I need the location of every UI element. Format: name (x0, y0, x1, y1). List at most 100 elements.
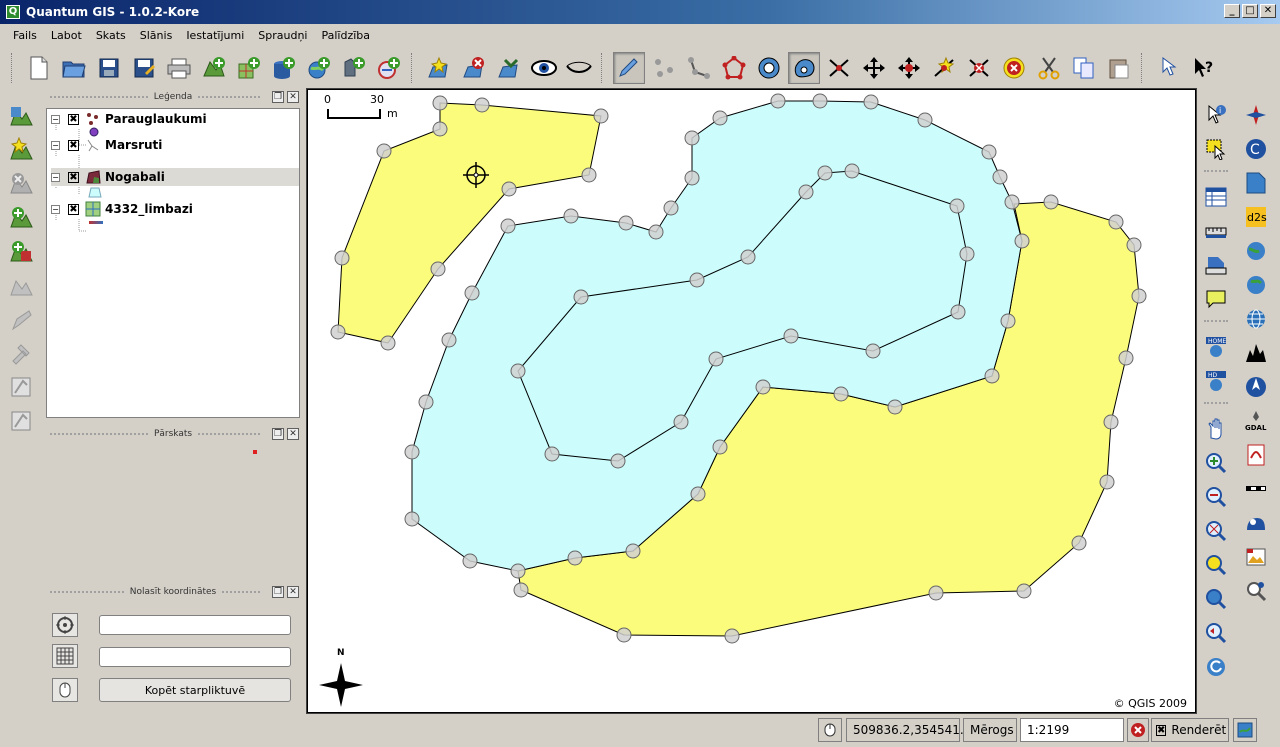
disabled-edit-icon[interactable] (4, 304, 40, 336)
map-drawing[interactable] (308, 90, 1196, 713)
add-raster-layer-icon[interactable] (4, 202, 40, 234)
projection-status-icon[interactable] (1233, 718, 1257, 742)
zoom-last-icon[interactable] (1200, 618, 1232, 648)
render-checkbox[interactable]: ✖ (1156, 724, 1167, 736)
gdal-plugin-icon[interactable]: GDAL (1240, 406, 1272, 436)
remove-layer-icon[interactable] (458, 52, 490, 84)
home-default-icon[interactable]: HD (1200, 366, 1232, 396)
copy-icon[interactable] (1068, 52, 1100, 84)
new-layer-star-icon[interactable] (4, 134, 40, 166)
attribute-table-icon[interactable] (1200, 182, 1232, 212)
layer-visibility-checkbox[interactable]: ✖ (68, 139, 79, 151)
split-features-icon[interactable] (823, 52, 855, 84)
capture-point-icon[interactable] (648, 52, 680, 84)
coords-float-button[interactable]: ❐ (272, 586, 284, 598)
show-all-icon[interactable] (528, 52, 560, 84)
add-postgis-icon[interactable] (268, 52, 300, 84)
layer-visibility-checkbox[interactable]: ✖ (68, 171, 79, 183)
d2s-plugin-icon[interactable]: d2s (1240, 202, 1272, 232)
add-island-icon[interactable] (788, 52, 820, 84)
grid-globe-icon[interactable] (1240, 304, 1272, 334)
menu-plugins[interactable]: Spraudņi (251, 29, 314, 42)
menu-layer[interactable]: Slānis (133, 29, 180, 42)
add-wms-icon[interactable] (303, 52, 335, 84)
zoom-selection-icon[interactable] (1200, 550, 1232, 580)
coordinate-field-1[interactable] (99, 615, 291, 635)
capture-mouse-icon[interactable] (52, 678, 78, 702)
refresh-icon[interactable] (1200, 652, 1232, 682)
globe-green-icon[interactable] (1240, 236, 1272, 266)
disabled-tool-icon[interactable] (4, 270, 40, 302)
zoom-out-icon[interactable] (1200, 482, 1232, 512)
print-icon[interactable] (163, 52, 195, 84)
layer-visibility-checkbox[interactable]: ✖ (68, 113, 79, 125)
toggle-edit-icon[interactable] (613, 52, 645, 84)
identify-features-icon[interactable]: i (1200, 100, 1232, 130)
delete-vertex-icon[interactable] (963, 52, 995, 84)
globe-plugin-icon[interactable] (1240, 270, 1272, 300)
copyright-plugin-icon[interactable]: C (1240, 134, 1272, 164)
scale-input[interactable]: 1:2199 (1020, 718, 1124, 742)
crs-selector-button[interactable] (52, 613, 78, 637)
add-vector-icon[interactable] (198, 52, 230, 84)
expander-icon[interactable]: − (51, 204, 60, 214)
expander-icon[interactable]: − (51, 172, 60, 182)
pan-hand-icon[interactable] (1200, 414, 1232, 444)
add-vertex-icon[interactable] (928, 52, 960, 84)
disabled-layer-box2-icon[interactable] (4, 406, 40, 438)
overview-float-button[interactable]: ❐ (272, 428, 284, 440)
add-vector-layer-icon[interactable] (4, 100, 40, 132)
hide-all-icon[interactable] (563, 52, 595, 84)
map-tips-icon[interactable] (1200, 284, 1232, 314)
what-is-this-icon[interactable] (1153, 52, 1185, 84)
legend-close-button[interactable]: ✕ (287, 91, 299, 103)
save-as-icon[interactable] (128, 52, 160, 84)
legend-layer-4332-limbazi[interactable]: − ✖ 4332_limbazi (51, 200, 299, 218)
compass-plugin-icon[interactable] (1240, 372, 1272, 402)
copy-to-clipboard-button[interactable]: Kopēt starpliktuvē (99, 678, 291, 702)
stop-render-icon[interactable] (1127, 718, 1149, 742)
remove-layer-disabled-icon[interactable] (4, 168, 40, 200)
home-view-icon[interactable]: HOME (1200, 332, 1232, 362)
help-icon[interactable]: ? (1188, 52, 1220, 84)
search-plugin-icon[interactable] (1240, 576, 1272, 606)
capture-line-icon[interactable] (683, 52, 715, 84)
capture-polygon-icon[interactable] (718, 52, 750, 84)
mapserver-export-icon[interactable] (1240, 508, 1272, 538)
menu-edit[interactable]: Labot (44, 29, 89, 42)
menu-settings[interactable]: Iestatījumi (179, 29, 251, 42)
zoom-in-icon[interactable] (1200, 448, 1232, 478)
overview-map[interactable] (46, 444, 300, 574)
image-export-icon[interactable] (1240, 542, 1272, 572)
measure-area-icon[interactable] (1200, 250, 1232, 280)
menu-help[interactable]: Palīdzība (315, 29, 378, 42)
add-wfs-icon[interactable] (373, 52, 405, 84)
map-canvas[interactable]: 0 30 m N © QGIS 2009 (306, 88, 1197, 714)
measure-line-icon[interactable] (1200, 216, 1232, 246)
menu-file[interactable]: Fails (6, 29, 44, 42)
legend-float-button[interactable]: ❐ (272, 91, 284, 103)
north-arrow-plugin-icon[interactable] (1240, 100, 1272, 130)
disabled-layer-box-icon[interactable] (4, 372, 40, 404)
paste-icon[interactable] (1103, 52, 1135, 84)
menu-view[interactable]: Skats (89, 29, 133, 42)
coordinate-toggle-icon[interactable] (818, 718, 842, 742)
add-ring-icon[interactable] (753, 52, 785, 84)
disabled-hammer-icon[interactable] (4, 338, 40, 370)
render-toggle[interactable]: ✖ Renderēt (1151, 718, 1229, 742)
open-project-icon[interactable] (58, 52, 90, 84)
select-features-icon[interactable] (1200, 134, 1232, 164)
add-raster-icon[interactable] (233, 52, 265, 84)
close-window-button[interactable]: ✕ (1260, 4, 1276, 18)
coords-close-button[interactable]: ✕ (287, 586, 299, 598)
toolbar-handle[interactable] (11, 53, 17, 83)
maximize-button[interactable]: □ (1242, 4, 1258, 18)
new-vector-icon[interactable] (423, 52, 455, 84)
add-layer-plus-icon[interactable] (4, 236, 40, 268)
expander-icon[interactable]: − (51, 114, 60, 124)
cut-icon[interactable] (1033, 52, 1065, 84)
grid-crs-button[interactable] (52, 644, 78, 668)
layer-visibility-checkbox[interactable]: ✖ (68, 203, 79, 215)
terrain-profile-icon[interactable] (1240, 338, 1272, 368)
move-vertex-icon[interactable] (893, 52, 925, 84)
